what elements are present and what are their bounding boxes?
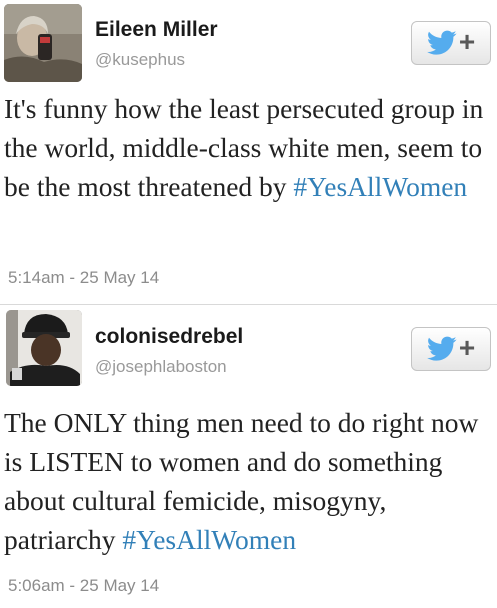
timestamp[interactable]: 5:06am - 25 May 14 xyxy=(8,576,159,596)
follow-button[interactable]: + xyxy=(411,21,491,65)
twitter-bird-icon xyxy=(426,336,457,361)
username[interactable]: @josephlaboston xyxy=(95,357,227,377)
tweet-card: colonisedrebel @josephlaboston + The ONL… xyxy=(0,306,497,608)
divider xyxy=(0,304,497,305)
tweet-card: Eileen Miller @kusephus + It's funny how… xyxy=(0,0,497,305)
avatar[interactable] xyxy=(6,310,82,386)
username[interactable]: @kusephus xyxy=(95,50,185,70)
twitter-bird-icon xyxy=(426,30,457,55)
tweet-text: The ONLY thing men need to do right now … xyxy=(4,403,494,559)
hashtag-link[interactable]: #YesAllWomen xyxy=(293,171,467,202)
tweet-text: It's funny how the least persecuted grou… xyxy=(4,89,494,206)
hashtag-link[interactable]: #YesAllWomen xyxy=(122,524,296,555)
display-name[interactable]: Eileen Miller xyxy=(95,18,218,42)
display-name[interactable]: colonisedrebel xyxy=(95,325,243,349)
timestamp[interactable]: 5:14am - 25 May 14 xyxy=(8,268,159,288)
avatar[interactable] xyxy=(4,4,82,82)
follow-button[interactable]: + xyxy=(411,327,491,371)
follow-plus: + xyxy=(458,26,476,57)
follow-plus: + xyxy=(458,332,476,363)
